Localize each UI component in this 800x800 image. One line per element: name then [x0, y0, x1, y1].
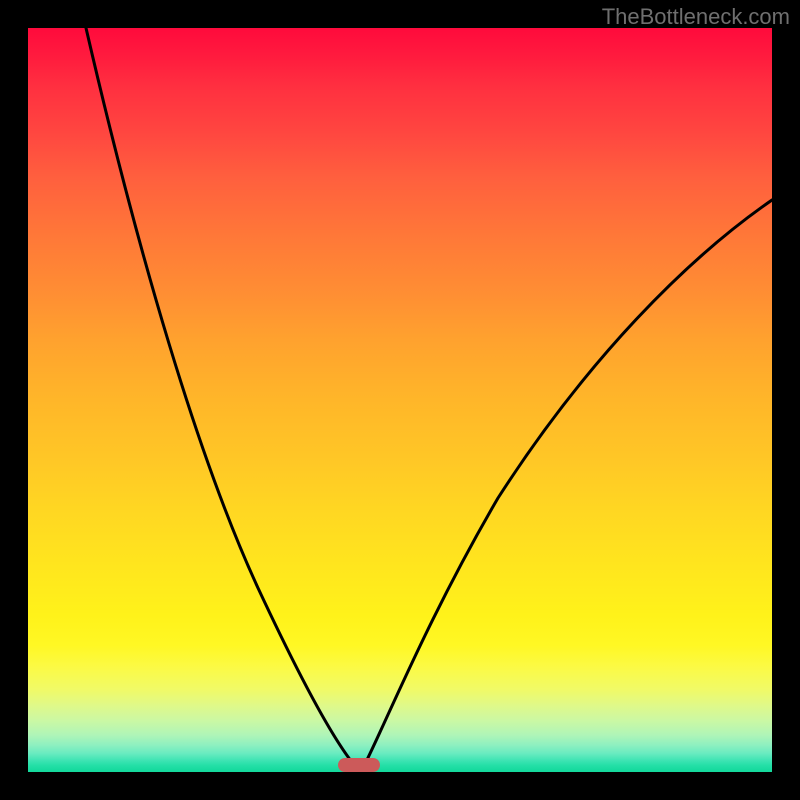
chart-plot-area: [28, 28, 772, 772]
chart-curves: [28, 28, 772, 772]
bottleneck-marker: [338, 758, 380, 772]
left-curve: [86, 28, 355, 766]
right-curve: [364, 200, 772, 766]
chart-frame: TheBottleneck.com: [0, 0, 800, 800]
watermark-text: TheBottleneck.com: [602, 4, 790, 30]
